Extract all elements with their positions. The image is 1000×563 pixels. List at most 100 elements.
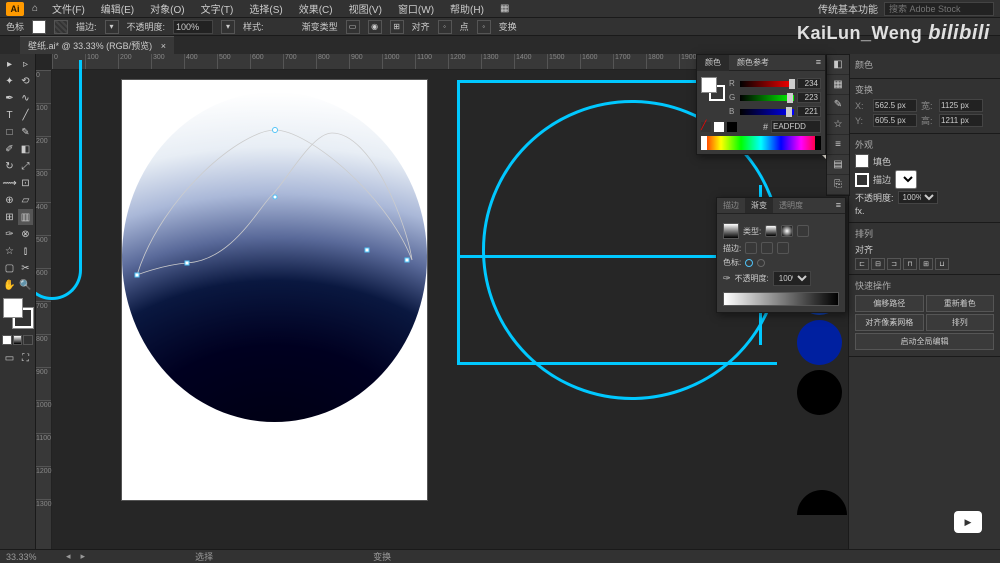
hex-input[interactable] <box>771 120 821 133</box>
black-swatch[interactable] <box>727 122 737 132</box>
width-tool[interactable]: ⟿ <box>2 175 17 191</box>
brush-tool[interactable]: ✎ <box>18 124 33 140</box>
layers-icon[interactable]: ≡ <box>827 135 849 155</box>
gradient-circle-object[interactable] <box>122 92 427 422</box>
rectangle-tool[interactable]: □ <box>2 124 17 140</box>
lasso-tool[interactable]: ⟲ <box>18 73 33 89</box>
menu-file[interactable]: 文件(F) <box>46 0 91 18</box>
hand-tool[interactable]: ✋ <box>2 277 17 293</box>
color-mode-none[interactable] <box>23 335 33 345</box>
white-swatch[interactable] <box>714 122 724 132</box>
zoom-level[interactable]: 33.33% <box>6 552 56 562</box>
align-right-icon[interactable]: ⊐ <box>887 258 901 270</box>
stroke-swatch[interactable] <box>54 20 68 34</box>
menu-object[interactable]: 对象(O) <box>144 0 190 18</box>
home-icon[interactable]: ⌂ <box>28 2 42 16</box>
offset-path-button[interactable]: 偏移路径 <box>855 295 924 312</box>
align-icon[interactable]: ◦ <box>438 20 452 34</box>
fill-swatch[interactable] <box>855 154 869 168</box>
tab-stroke[interactable]: 描边 <box>717 198 745 213</box>
color-panel[interactable]: 颜色 颜色参考 ≡ R 234 G 223 B <box>696 54 826 155</box>
curvature-tool[interactable]: ∿ <box>18 90 33 106</box>
color-mode-gradient[interactable] <box>13 335 23 345</box>
x-input[interactable] <box>873 99 917 112</box>
selection-tool[interactable]: ▸ <box>2 56 17 72</box>
tab-gradient[interactable]: 渐变 <box>745 198 773 213</box>
links-icon[interactable]: ⎘ <box>827 175 849 195</box>
artboard[interactable] <box>122 80 427 500</box>
radial-grad-icon[interactable] <box>781 225 793 237</box>
r-value[interactable]: 234 <box>797 78 821 89</box>
tab-color-guide[interactable]: 颜色参考 <box>729 55 777 70</box>
opacity-input[interactable] <box>173 20 213 34</box>
eyedropper-tool[interactable]: ✑ <box>2 226 17 242</box>
pixel-align-button[interactable]: 对齐像素网格 <box>855 314 924 331</box>
fill-box[interactable] <box>3 298 23 318</box>
arrange-button[interactable]: 排列 <box>926 314 995 331</box>
panel-menu-icon[interactable]: ≡ <box>832 198 845 213</box>
cyan-shape-left[interactable] <box>36 60 82 300</box>
symbol-tool[interactable]: ☆ <box>2 243 17 259</box>
dot-icon[interactable]: ◦ <box>477 20 491 34</box>
workspace-switcher[interactable]: 传统基本功能 <box>818 1 878 16</box>
black-circle[interactable] <box>797 370 842 415</box>
eraser-tool[interactable]: ◧ <box>18 141 33 157</box>
menu-effect[interactable]: 效果(C) <box>293 0 339 18</box>
blue-circle-2[interactable] <box>797 320 842 365</box>
anchor-point[interactable] <box>135 273 140 278</box>
anchor-point-selected[interactable] <box>273 195 278 200</box>
tab-color[interactable]: 颜色 <box>697 55 729 71</box>
g-value[interactable]: 223 <box>797 92 821 103</box>
gradient-tool[interactable]: ▥ <box>18 209 33 225</box>
gradient-bar[interactable] <box>723 292 839 306</box>
nav-prev-icon[interactable]: ◂ <box>66 551 71 562</box>
gradient-swatch[interactable] <box>723 223 739 239</box>
nav-next-icon[interactable]: ▸ <box>81 551 86 562</box>
swatches-icon[interactable]: ▤ <box>827 155 849 175</box>
style-icon[interactable]: ▾ <box>221 20 235 34</box>
fill-stroke-mini[interactable] <box>701 77 725 101</box>
y-input[interactable] <box>873 114 917 127</box>
g-slider[interactable] <box>740 95 794 101</box>
b-value[interactable]: 221 <box>797 106 821 117</box>
document-tab[interactable]: 壁纸.ai* @ 33.33% (RGB/预览) × <box>20 36 174 54</box>
magic-wand-tool[interactable]: ✦ <box>2 73 17 89</box>
shape-builder-tool[interactable]: ⊕ <box>2 192 17 208</box>
line-tool[interactable]: ╱ <box>18 107 33 123</box>
spectrum-bar[interactable] <box>701 136 821 150</box>
screen-mode-full[interactable]: ⛶ <box>18 350 33 366</box>
line-mode-icon[interactable] <box>757 259 765 267</box>
grad-linear-icon[interactable]: ▭ <box>346 20 360 34</box>
artboard-tool[interactable]: ▢ <box>2 260 17 276</box>
tab-transparency[interactable]: 透明度 <box>773 198 809 213</box>
align-hcenter-icon[interactable]: ⊟ <box>871 258 885 270</box>
shaper-tool[interactable]: ✐ <box>2 141 17 157</box>
menu-view[interactable]: 视图(V) <box>343 0 388 18</box>
menu-help[interactable]: 帮助(H) <box>444 0 490 18</box>
type-tool[interactable]: T <box>2 107 17 123</box>
fx-label[interactable]: fx. <box>855 206 865 216</box>
global-edit-button[interactable]: 启动全局编辑 <box>855 333 994 350</box>
zoom-tool[interactable]: 🔍 <box>18 277 33 293</box>
menu-edit[interactable]: 编辑(E) <box>95 0 140 18</box>
menu-select[interactable]: 选择(S) <box>243 0 288 18</box>
rotate-tool[interactable]: ↻ <box>2 158 17 174</box>
screen-mode-normal[interactable]: ▭ <box>2 350 17 366</box>
stroke-width-select[interactable] <box>895 170 917 189</box>
anchor-point[interactable] <box>185 261 190 266</box>
menu-type[interactable]: 文字(T) <box>195 0 240 18</box>
direct-select-tool[interactable]: ▹ <box>18 56 33 72</box>
graph-tool[interactable]: ⫾ <box>18 243 33 259</box>
mesh-tool[interactable]: ⊞ <box>2 209 17 225</box>
freeform-grad-icon[interactable] <box>797 225 809 237</box>
fill-stroke-control[interactable] <box>3 298 33 328</box>
anchor-point[interactable] <box>405 258 410 263</box>
eyedropper-icon[interactable]: ✑ <box>723 273 731 284</box>
brushes-icon[interactable]: ✎ <box>827 95 849 115</box>
grad-freeform-icon[interactable]: ⊞ <box>390 20 404 34</box>
stroke-grad-1-icon[interactable] <box>745 242 757 254</box>
stroke-grad-2-icon[interactable] <box>761 242 773 254</box>
align-vcenter-icon[interactable]: ⊞ <box>919 258 933 270</box>
r-slider[interactable] <box>740 81 794 87</box>
libraries-icon[interactable]: ▦ <box>827 75 849 95</box>
